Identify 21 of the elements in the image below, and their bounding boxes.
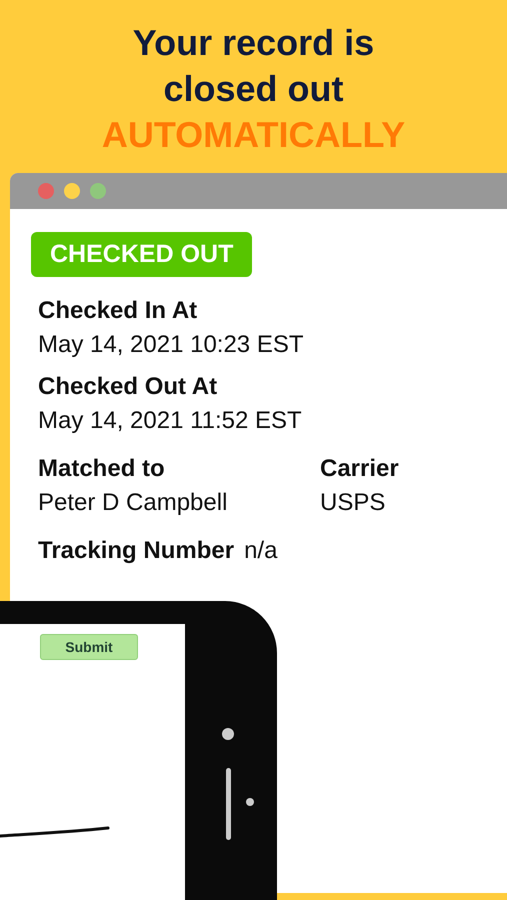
field-label: Matched to <box>38 455 166 483</box>
window-control-icon <box>64 183 80 199</box>
status-badge: CHECKED OUT <box>31 232 252 277</box>
window-control-icon <box>38 183 54 199</box>
submit-button[interactable]: Submit <box>40 634 138 660</box>
camera-icon <box>222 728 234 740</box>
field-label: Tracking Number <box>38 537 234 565</box>
field-value: May 14, 2021 11:52 EST <box>38 407 303 435</box>
field-value: Peter D Campbell <box>38 489 228 517</box>
sensor-icon <box>246 798 254 806</box>
window-control-icon <box>90 183 106 199</box>
headline-text: Your record is <box>132 21 374 65</box>
field-label: Checked Out At <box>38 373 218 401</box>
field-label: Checked In At <box>38 297 198 325</box>
headline-text: closed out <box>163 67 344 111</box>
field-value: USPS <box>320 489 386 517</box>
speaker-slot <box>226 768 231 840</box>
field-value: n/a <box>244 537 278 565</box>
field-value: May 14, 2021 10:23 EST <box>38 331 304 359</box>
field-label: Carrier <box>320 455 400 483</box>
headline-text: AUTOMATICALLY <box>102 113 406 157</box>
